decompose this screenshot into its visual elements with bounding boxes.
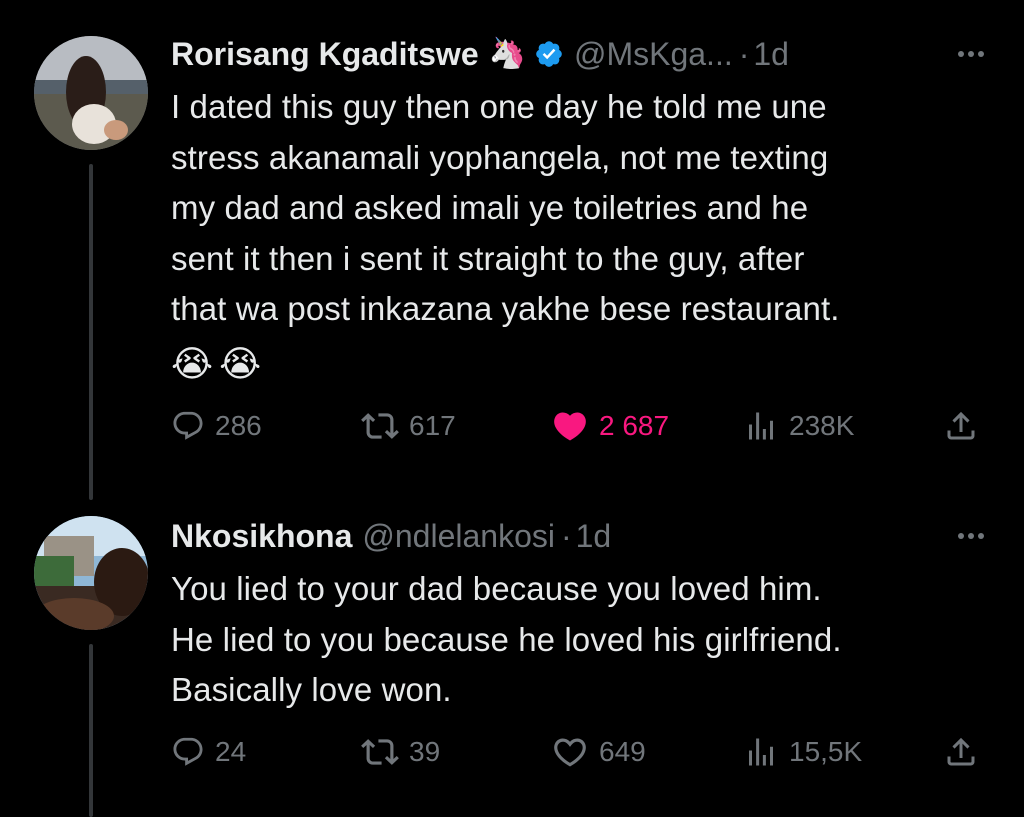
share-icon [947, 411, 975, 440]
separator: · [738, 35, 750, 72]
reply-count: 286 [215, 410, 262, 441]
tweet-content: Nkosikhona @ndlelankosi · 1d You lied to… [171, 512, 990, 716]
handle[interactable]: @ndlelankosi [362, 518, 555, 555]
tweet-text: I dated this guy then one day he told me… [171, 88, 840, 327]
share-button[interactable] [943, 404, 979, 448]
views-count: 238K [789, 410, 855, 441]
like-icon [554, 738, 586, 767]
like-button[interactable]: 2 687 [551, 404, 669, 448]
like-icon [554, 412, 586, 441]
like-count: 649 [599, 736, 646, 767]
views-icon [749, 738, 773, 766]
share-button[interactable] [943, 730, 979, 774]
more-icon[interactable] [952, 47, 990, 61]
tweet-header: Rorisang Kgaditswe 🦄 @MsKga... · 1d [171, 30, 990, 78]
views-button[interactable]: 15,5K [743, 730, 862, 774]
repost-button[interactable]: 39 [361, 730, 440, 774]
verified-icon [534, 39, 564, 69]
like-count: 2 687 [599, 410, 670, 441]
more-icon[interactable] [952, 529, 990, 543]
display-name[interactable]: Rorisang Kgaditswe [171, 36, 479, 73]
repost-icon [361, 413, 399, 439]
thread-line [89, 644, 93, 817]
timestamp[interactable]: 1d [576, 518, 612, 555]
separator: · [560, 517, 572, 554]
share-icon [947, 737, 975, 766]
reply-button[interactable]: 286 [171, 404, 262, 448]
views-button[interactable]: 238K [743, 404, 854, 448]
timestamp[interactable]: 1d [753, 36, 789, 73]
views-icon [749, 412, 773, 440]
tweet-header: Nkosikhona @ndlelankosi · 1d [171, 512, 990, 560]
tweet[interactable]: Nkosikhona @ndlelankosi · 1d You lied to… [0, 500, 1024, 817]
crying-emojis: 😭😭 [171, 342, 268, 384]
unicorn-icon: 🦄 [488, 37, 526, 70]
repost-icon [361, 739, 399, 765]
tweet-actions: 24 39 649 15,5K [171, 730, 990, 774]
thread-line [89, 164, 93, 500]
tweet-text: You lied to your dad because you loved h… [171, 570, 842, 708]
tweet-content: Rorisang Kgaditswe 🦄 @MsKga... · 1d I da… [171, 30, 990, 389]
display-name[interactable]: Nkosikhona [171, 518, 352, 555]
tweet[interactable]: Rorisang Kgaditswe 🦄 @MsKga... · 1d I da… [0, 0, 1024, 500]
avatar[interactable] [34, 36, 148, 150]
reply-icon [173, 411, 203, 440]
repost-button[interactable]: 617 [361, 404, 456, 448]
reply-count: 24 [215, 736, 247, 767]
handle[interactable]: @MsKga... [574, 36, 733, 73]
like-button[interactable]: 649 [551, 730, 646, 774]
repost-count: 617 [409, 410, 456, 441]
repost-count: 39 [409, 736, 441, 767]
reply-button[interactable]: 24 [171, 730, 246, 774]
tweet-actions: 286 617 2 687 238K [171, 404, 990, 448]
views-count: 15,5K [789, 736, 863, 767]
avatar[interactable] [34, 516, 148, 630]
reply-icon [173, 737, 203, 766]
